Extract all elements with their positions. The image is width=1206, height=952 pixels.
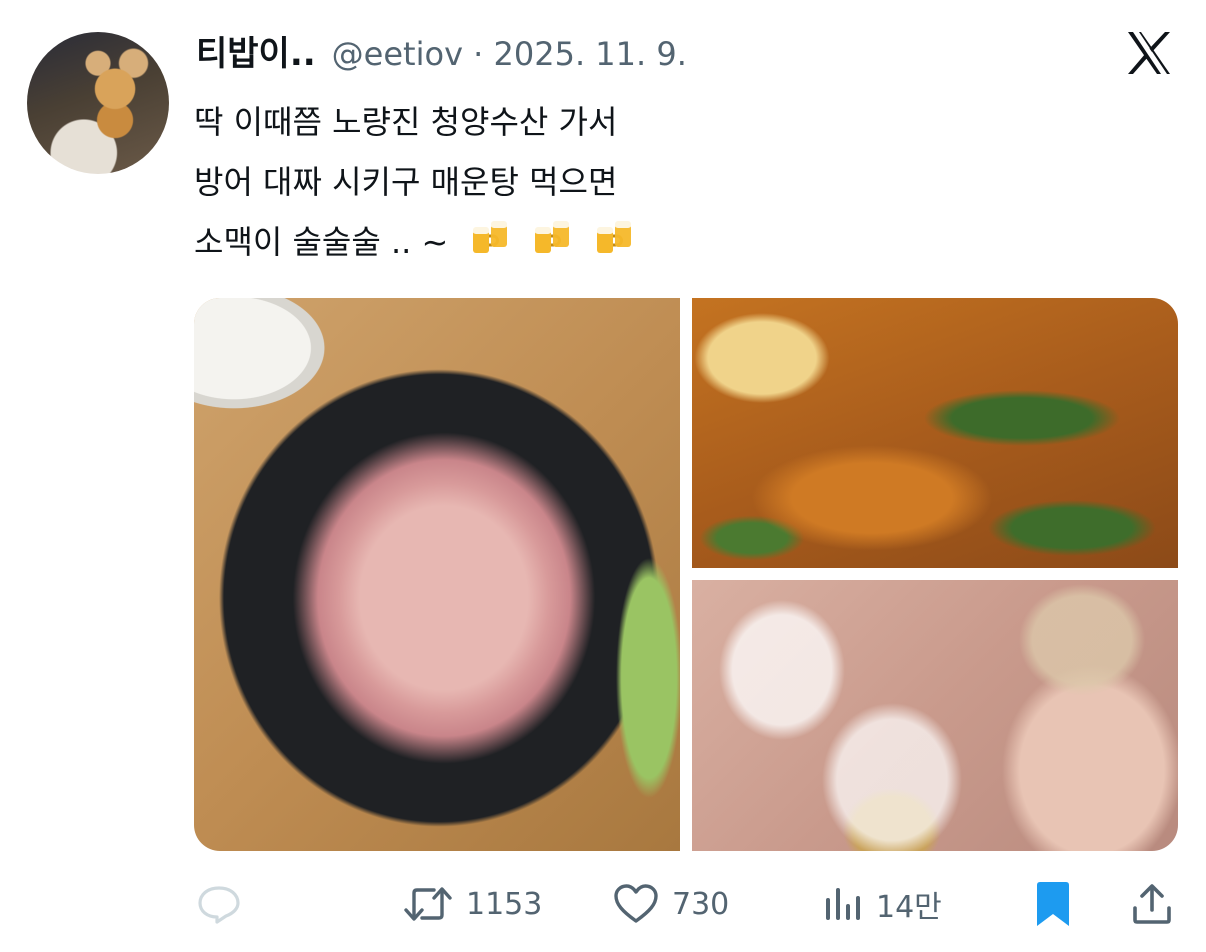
share-icon bbox=[1133, 884, 1171, 924]
view-count: 14만 bbox=[876, 890, 942, 925]
beer-mugs-icon bbox=[535, 221, 570, 253]
like-count: 730 bbox=[672, 886, 730, 922]
retweet-icon bbox=[404, 887, 452, 921]
views-bar-chart-icon bbox=[826, 888, 860, 920]
heart-icon bbox=[614, 884, 658, 923]
bookmark-icon bbox=[1037, 882, 1069, 926]
media-grid bbox=[194, 298, 1178, 851]
tweet-line: 소맥이 술술술 .. ~ bbox=[194, 223, 449, 261]
photo-sashimi-platter[interactable] bbox=[194, 298, 680, 851]
reply-button[interactable] bbox=[196, 872, 242, 936]
x-logo-icon bbox=[1128, 32, 1170, 74]
tweet-line: 방어 대짜 시키구 매운탕 먹으면 bbox=[194, 163, 618, 201]
bookmark-button[interactable] bbox=[1034, 872, 1072, 936]
display-name[interactable]: 티밥이.. bbox=[196, 26, 316, 75]
tweet-line-with-emoji: 소맥이 술술술 .. ~ bbox=[194, 212, 894, 272]
photo-cheers-glasses[interactable] bbox=[692, 580, 1178, 851]
action-bar: 1153 730 14만 bbox=[0, 872, 1206, 936]
like-button[interactable]: 730 bbox=[612, 872, 729, 936]
share-button[interactable] bbox=[1130, 872, 1174, 936]
handle-and-date[interactable]: @eetiov · 2025. 11. 9. bbox=[332, 35, 687, 73]
beer-mugs-icon bbox=[597, 221, 632, 253]
views-button[interactable]: 14만 bbox=[822, 872, 942, 936]
retweet-button[interactable]: 1153 bbox=[402, 872, 542, 936]
speech-bubble-icon bbox=[198, 886, 240, 924]
retweet-count: 1153 bbox=[466, 886, 543, 922]
tweet-header: 티밥이.. @eetiov · 2025. 11. 9. bbox=[196, 26, 687, 82]
avatar[interactable] bbox=[27, 32, 169, 174]
tweet-line: 딱 이때쯤 노량진 청양수산 가서 bbox=[194, 103, 618, 141]
tweet-text: 딱 이때쯤 노량진 청양수산 가서 방어 대짜 시키구 매운탕 먹으면 소맥이 … bbox=[194, 92, 894, 272]
beer-mugs-icon bbox=[473, 221, 508, 253]
photo-spicy-fish-stew[interactable] bbox=[692, 298, 1178, 568]
